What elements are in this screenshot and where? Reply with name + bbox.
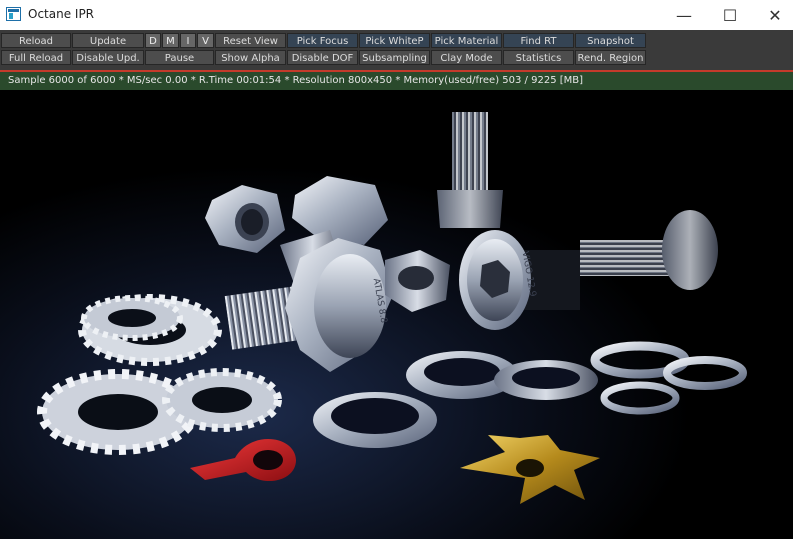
pass-v-button[interactable]: V: [197, 33, 214, 48]
render-image: ATLAS 8.8 VIGO 12.9: [0, 90, 793, 539]
reload-button[interactable]: Reload: [1, 33, 71, 48]
maximize-icon: ☐: [722, 5, 738, 25]
statistics-button[interactable]: Statistics: [503, 50, 574, 65]
window-title: Octane IPR: [28, 7, 95, 21]
pass-m-button[interactable]: M: [162, 33, 179, 48]
status-bar: Sample 6000 of 6000 * MS/sec 0.00 * R.Ti…: [0, 72, 793, 90]
close-button[interactable]: ✕: [752, 0, 793, 30]
toolbar: Reload Update D M I V Reset View Pick Fo…: [0, 30, 793, 70]
app-icon: [6, 7, 21, 21]
flat-washer-front: [313, 392, 437, 448]
find-rt-button[interactable]: Find RT: [503, 33, 574, 48]
snapshot-button[interactable]: Snapshot: [575, 33, 646, 48]
minimize-icon: —: [676, 5, 692, 25]
pass-i-button[interactable]: I: [180, 33, 196, 48]
maximize-button[interactable]: ☐: [707, 0, 753, 30]
lock-washer-small: [81, 295, 183, 341]
close-icon: ✕: [768, 5, 782, 25]
show-alpha-button[interactable]: Show Alpha: [215, 50, 286, 65]
pick-whitepoint-button[interactable]: Pick WhiteP: [359, 33, 430, 48]
split-washer-right: [494, 360, 598, 400]
render-viewport[interactable]: ATLAS 8.8 VIGO 12.9: [0, 90, 793, 539]
full-reload-button[interactable]: Full Reload: [1, 50, 71, 65]
disable-dof-button[interactable]: Disable DOF: [287, 50, 358, 65]
title-bar: Octane IPR — ☐ ✕: [0, 0, 793, 30]
pass-d-button[interactable]: D: [145, 33, 161, 48]
clay-mode-button[interactable]: Clay Mode: [431, 50, 502, 65]
minimize-button[interactable]: —: [661, 0, 707, 30]
pick-material-button[interactable]: Pick Material: [431, 33, 502, 48]
lock-washer-middle: [162, 368, 282, 432]
pick-focus-button[interactable]: Pick Focus: [287, 33, 358, 48]
subsampling-button[interactable]: Subsampling: [359, 50, 430, 65]
reset-view-button[interactable]: Reset View: [215, 33, 286, 48]
pause-button[interactable]: Pause: [145, 50, 214, 65]
disable-update-button[interactable]: Disable Upd.: [72, 50, 144, 65]
update-button[interactable]: Update: [72, 33, 144, 48]
render-region-button[interactable]: Rend. Region: [575, 50, 646, 65]
